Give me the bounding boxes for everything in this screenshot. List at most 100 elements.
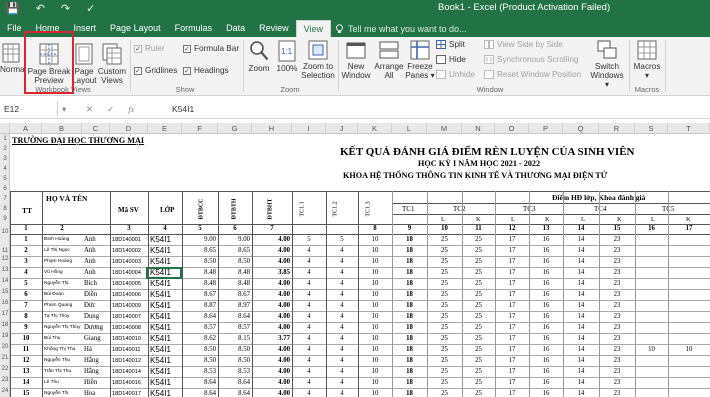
table-cell[interactable]: Lê Thu	[44, 378, 80, 388]
table-cell[interactable]: 17	[497, 246, 527, 256]
table-cell[interactable]: 8.64	[184, 389, 216, 397]
table-cell[interactable]: 25	[429, 378, 460, 388]
row-header[interactable]: 8	[0, 206, 10, 212]
table-cell[interactable]: 25	[464, 345, 493, 355]
column-header[interactable]: L	[392, 123, 427, 134]
table-cell[interactable]: K54I1	[150, 246, 180, 256]
table-cell[interactable]: 25	[429, 356, 460, 366]
table-cell[interactable]: K54I1	[150, 257, 180, 267]
table-cell[interactable]: 18	[394, 257, 425, 267]
table-cell[interactable]: 4	[294, 367, 324, 377]
macros-button[interactable]: Macros ▾	[632, 40, 662, 80]
table-cell[interactable]: 23	[601, 378, 633, 388]
table-cell[interactable]: 8.48	[220, 279, 250, 289]
table-cell[interactable]: 25	[429, 257, 460, 267]
column-header[interactable]: Q	[563, 123, 599, 134]
table-cell[interactable]: 14	[565, 334, 597, 344]
table-cell[interactable]: 18	[394, 323, 425, 333]
table-cell[interactable]: 8.50	[220, 345, 250, 355]
table-cell[interactable]: 14	[565, 301, 597, 311]
table-cell[interactable]: 17	[497, 345, 527, 355]
table-cell[interactable]: 14	[565, 268, 597, 278]
table-cell[interactable]: 8.48	[184, 268, 216, 278]
redo-icon[interactable]: ↷	[61, 2, 70, 15]
table-cell[interactable]: 8.64	[184, 378, 216, 388]
table-cell[interactable]: 18	[394, 367, 425, 377]
table-cell[interactable]: 4.00	[254, 356, 290, 366]
table-cell[interactable]: 25	[429, 268, 460, 278]
table-cell[interactable]: 23	[601, 246, 633, 256]
column-header[interactable]: F	[182, 123, 218, 134]
table-cell[interactable]: 10	[360, 257, 390, 267]
table-cell[interactable]: 23	[601, 279, 633, 289]
table-cell[interactable]: 3.77	[254, 334, 290, 344]
table-cell[interactable]: 16	[531, 235, 561, 245]
table-cell[interactable]: 9	[12, 323, 40, 333]
formula-input[interactable]: K54I1	[172, 101, 194, 117]
table-cell[interactable]: 11	[12, 345, 40, 355]
table-cell[interactable]: Anh	[84, 246, 108, 256]
table-cell[interactable]: 4	[328, 290, 356, 300]
split-button[interactable]: Split	[436, 40, 465, 49]
table-cell[interactable]: 4	[328, 356, 356, 366]
table-cell[interactable]: Anh	[84, 268, 108, 278]
column-header[interactable]: I	[292, 123, 326, 134]
table-cell[interactable]: 8.64	[220, 378, 250, 388]
table-cell[interactable]: 10	[12, 334, 40, 344]
table-cell[interactable]: 18D140014	[112, 367, 146, 377]
table-cell[interactable]: 16	[531, 246, 561, 256]
table-cell[interactable]: 23	[601, 323, 633, 333]
table-cell[interactable]: 4.00	[254, 312, 290, 322]
table-cell[interactable]: 10	[360, 389, 390, 397]
row-header[interactable]: 5	[0, 176, 10, 182]
table-cell[interactable]: 25	[429, 323, 460, 333]
table-cell[interactable]: 8.48	[184, 279, 216, 289]
table-cell[interactable]: 10	[360, 334, 390, 344]
table-cell[interactable]: 17	[497, 235, 527, 245]
table-cell[interactable]: 4	[328, 257, 356, 267]
row-header[interactable]: 21	[0, 355, 10, 361]
table-cell[interactable]: 2	[12, 246, 40, 256]
table-cell[interactable]: 5	[328, 235, 356, 245]
table-cell[interactable]: 17	[497, 301, 527, 311]
cancel-icon[interactable]: ✕	[86, 101, 93, 117]
column-header[interactable]: O	[495, 123, 529, 134]
table-cell[interactable]: 10	[360, 268, 390, 278]
table-cell[interactable]: 10	[360, 323, 390, 333]
table-cell[interactable]: Nguyễn Thị Thùy	[44, 323, 80, 333]
table-cell[interactable]: 18	[394, 268, 425, 278]
table-cell[interactable]: Hằng	[84, 367, 108, 377]
table-cell[interactable]: 18	[394, 290, 425, 300]
table-cell[interactable]: 17	[497, 290, 527, 300]
table-cell[interactable]: 18D140007	[112, 312, 146, 322]
row-header[interactable]: 13	[0, 267, 10, 273]
table-cell[interactable]: 8.48	[220, 268, 250, 278]
table-cell[interactable]: 10	[360, 345, 390, 355]
zoom-button[interactable]: Zoom	[246, 40, 272, 73]
table-cell[interactable]: 18D140005	[112, 279, 146, 289]
table-cell[interactable]: K54I1	[150, 312, 180, 322]
tell-me-box[interactable]: Tell me what you want to do...	[331, 20, 467, 37]
name-box[interactable]: E12	[0, 101, 58, 117]
insert-function-icon[interactable]: fx	[128, 101, 134, 117]
table-cell[interactable]: 17	[497, 367, 527, 377]
table-cell[interactable]: K54I1	[150, 235, 180, 245]
table-cell[interactable]: 13	[12, 367, 40, 377]
table-cell[interactable]: Khổng Thị Thu	[44, 345, 80, 355]
table-cell[interactable]: 10	[360, 235, 390, 245]
table-cell[interactable]: 18D140001	[112, 235, 146, 245]
column-header[interactable]: P	[529, 123, 563, 134]
synchronous-scrolling-button[interactable]: Synchronous Scrolling	[484, 55, 578, 64]
freeze-panes-button[interactable]: Freeze Panes ▾	[405, 40, 435, 80]
table-cell[interactable]: 14	[565, 323, 597, 333]
table-cell[interactable]: 17	[497, 378, 527, 388]
row-header[interactable]: 15	[0, 289, 10, 295]
table-cell[interactable]: Nguyễn Thị	[44, 389, 80, 397]
row-header[interactable]: 20	[0, 344, 10, 350]
table-cell[interactable]: Dung	[84, 312, 108, 322]
table-cell[interactable]: 10	[360, 290, 390, 300]
table-cell[interactable]: 8.97	[220, 301, 250, 311]
table-cell[interactable]: 8.64	[220, 312, 250, 322]
row-header[interactable]: 12	[0, 256, 10, 262]
table-cell[interactable]: 4	[294, 312, 324, 322]
